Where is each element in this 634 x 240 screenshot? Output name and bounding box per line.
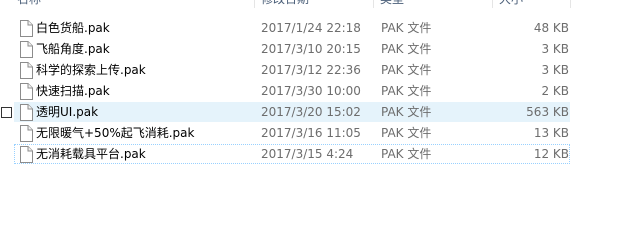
file-name: 科学的探索上传.pak <box>36 63 146 77</box>
file-type: PAK 文件 <box>381 105 432 119</box>
file-type: PAK 文件 <box>381 84 432 98</box>
file-icon <box>20 62 33 79</box>
file-name: 无消耗载具平台.pak <box>36 147 146 161</box>
column-divider[interactable] <box>254 0 255 8</box>
file-row[interactable]: 科学的探索上传.pak 2017/3/12 22:36 PAK 文件 3 KB <box>14 60 570 80</box>
file-name: 飞船角度.pak <box>36 42 110 56</box>
file-icon <box>20 41 33 58</box>
file-modified-date: 2017/1/24 22:18 <box>261 21 361 35</box>
file-size: 3 KB <box>541 42 569 56</box>
file-modified-date: 2017/3/16 11:05 <box>261 126 361 140</box>
file-icon <box>20 125 33 142</box>
column-header-date[interactable]: 修改日期 <box>261 0 309 8</box>
file-modified-date: 2017/3/30 10:00 <box>261 84 361 98</box>
file-size: 563 KB <box>526 105 569 119</box>
file-size: 3 KB <box>541 63 569 77</box>
file-type: PAK 文件 <box>381 147 432 161</box>
file-modified-date: 2017/3/15 4:24 <box>261 147 354 161</box>
file-row[interactable]: 透明UI.pak 2017/3/20 15:02 PAK 文件 563 KB <box>1 102 570 122</box>
file-modified-date: 2017/3/20 15:02 <box>261 105 361 119</box>
file-row[interactable]: 无消耗载具平台.pak 2017/3/15 4:24 PAK 文件 12 KB <box>14 144 570 164</box>
file-row[interactable]: 快速扫描.pak 2017/3/30 10:00 PAK 文件 2 KB <box>14 81 570 101</box>
file-row[interactable]: 无限暖气+50%起飞消耗.pak 2017/3/16 11:05 PAK 文件 … <box>14 123 570 143</box>
file-icon <box>20 83 33 100</box>
file-row[interactable]: 白色货船.pak 2017/1/24 22:18 PAK 文件 48 KB <box>14 18 570 38</box>
column-divider[interactable] <box>492 0 493 8</box>
file-icon <box>20 104 33 121</box>
file-type: PAK 文件 <box>381 42 432 56</box>
column-header-name[interactable]: 名称 <box>17 0 41 8</box>
file-type: PAK 文件 <box>381 126 432 140</box>
file-name: 白色货船.pak <box>36 21 110 35</box>
file-type: PAK 文件 <box>381 21 432 35</box>
file-size: 13 KB <box>533 126 569 140</box>
column-divider[interactable] <box>373 0 374 8</box>
row-select-checkbox[interactable] <box>1 107 12 118</box>
file-row[interactable]: 飞船角度.pak 2017/3/10 20:15 PAK 文件 3 KB <box>14 39 570 59</box>
file-icon <box>20 146 33 163</box>
file-type: PAK 文件 <box>381 63 432 77</box>
file-name: 无限暖气+50%起飞消耗.pak <box>36 126 195 140</box>
file-name: 透明UI.pak <box>36 105 99 119</box>
file-name: 快速扫描.pak <box>36 84 110 98</box>
file-icon <box>20 20 33 37</box>
file-modified-date: 2017/3/10 20:15 <box>261 42 361 56</box>
column-divider[interactable] <box>570 0 571 8</box>
column-header-bar: 名称 修改日期 类型 大小 <box>0 0 634 8</box>
file-size: 2 KB <box>541 84 569 98</box>
file-size: 48 KB <box>533 21 569 35</box>
file-modified-date: 2017/3/12 22:36 <box>261 63 361 77</box>
column-header-type[interactable]: 类型 <box>380 0 404 8</box>
column-header-size[interactable]: 大小 <box>499 0 523 8</box>
file-size: 12 KB <box>533 147 569 161</box>
